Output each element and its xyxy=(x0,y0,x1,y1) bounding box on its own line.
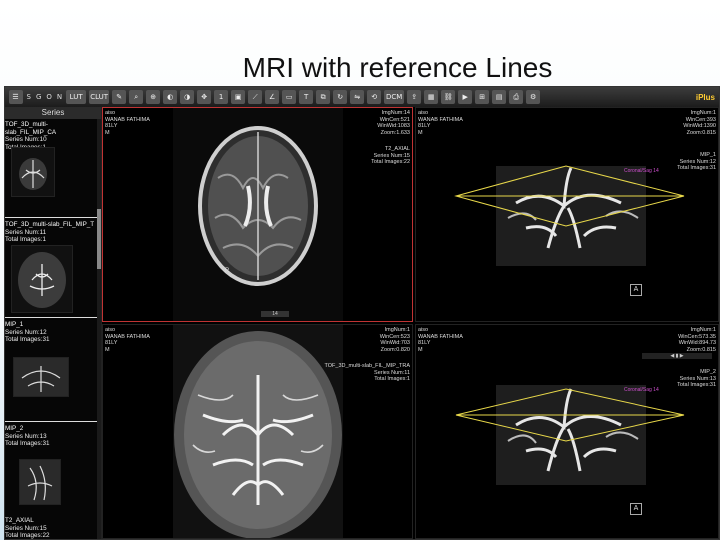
orientation-marker: R xyxy=(225,268,230,274)
viewport-bottom-right[interactable]: aiso WANAB FATHIMA 81LY M ImgNum:1 WinCen:5… xyxy=(415,324,719,539)
reference-line-label: Coronal/Sag 14 xyxy=(624,168,659,174)
export-icon[interactable]: ⇪ xyxy=(407,90,422,104)
series-sidebar: Series TOF_3D_multi-slab_FIL_MIP_CA Seri… xyxy=(5,107,102,539)
clut-button[interactable]: CLUT xyxy=(89,90,110,104)
series-info-overlay: MIP_1 Series Num:12 Total Images:31 xyxy=(677,152,716,171)
viewport-bottom-left[interactable]: aiso WANAB FATHIMA 81LY M ImgNum:1 WinCen:5… xyxy=(102,324,413,539)
series-info-overlay: TOF_3D_multi-slab_FIL_MIP_TRA Series Num:… xyxy=(324,363,410,382)
series-item[interactable]: T2_AXIAL Series Num:15 Total Images:22 xyxy=(5,517,97,540)
series-thumbnail[interactable] xyxy=(11,147,55,197)
series-item[interactable]: MIP_1 Series Num:12 Total Images:31 xyxy=(5,321,97,344)
series-title: TOF_3D_multi-slab_FIL_MIP_CA xyxy=(5,121,57,136)
flip-icon[interactable]: ⇋ xyxy=(350,90,365,104)
axial-t2-brain-image xyxy=(173,108,343,321)
reset-icon[interactable]: ⟲ xyxy=(367,90,382,104)
grid-icon[interactable]: ⊞ xyxy=(475,90,490,104)
series-title: TOF_3D_multi-slab_FIL_MIP_T xyxy=(5,221,95,228)
series-info-overlay: T2_AXIAL Series Num:15 Total Images:22 xyxy=(371,146,410,165)
series-number: Series Num:11 xyxy=(5,228,47,236)
series-title: T2_AXIAL xyxy=(5,517,34,524)
image-info-overlay: ImgNum:1 WinCen:393 WinWid:1390 Zoom:0.815 xyxy=(683,110,716,136)
series-image-count: Total Images:31 xyxy=(5,336,50,343)
viewport-top-left[interactable]: aiso WANAB FATHIMA 81LY M ImgNum:14 WinCen:… xyxy=(102,107,413,322)
settings-icon[interactable]: ⚙ xyxy=(526,90,541,104)
image-info-overlay: ImgNum:1 WinCen:573.35 WinWid:894.73 Zoom:… xyxy=(678,327,716,353)
toolbar-label-g[interactable]: G xyxy=(35,90,42,104)
rotate-icon[interactable]: ↻ xyxy=(333,90,348,104)
reference-line-label: Coronal/Sag 14 xyxy=(624,387,659,393)
series-image-count: Total Images:22 xyxy=(5,532,50,539)
image-info-overlay: ImgNum:1 WinCen:523 WinWid:703 Zoom:0.820 xyxy=(379,327,410,353)
axial-tof-mip-image xyxy=(173,325,343,538)
patient-info-overlay: aiso WANAB FATHIMA 81LY M xyxy=(105,327,150,353)
invert-icon[interactable]: ◑ xyxy=(180,90,195,104)
dcm-button[interactable]: DCM xyxy=(384,90,405,104)
divider xyxy=(5,317,97,318)
dicom-viewer-window: ☰ S G O N LUT CLUT ✎ ⌕ ⊕ ◐ ◑ ✥ 1 ▣ ⟋ ∠ ▭… xyxy=(4,86,720,540)
magnify-icon[interactable]: ⌕ xyxy=(129,90,144,104)
series-info-overlay: MIP_2 Series Num:13 Total Images:31 xyxy=(677,369,716,388)
one-to-one-icon[interactable]: 1 xyxy=(214,90,229,104)
axial-mip-thumbnail-image xyxy=(18,252,66,308)
rectangle-roi-icon[interactable]: ▭ xyxy=(282,90,297,104)
series-item[interactable]: TOF_3D_multi-slab_FIL_MIP_T Series Num:1… xyxy=(5,221,97,244)
series-number: Series Num:10 xyxy=(5,136,47,143)
slice-indicator[interactable]: 14 xyxy=(261,311,289,317)
app-logo: iPlus xyxy=(695,92,715,102)
sidebar-scrollbar[interactable] xyxy=(97,119,101,539)
coronal-mip-thumbnail-image xyxy=(14,358,68,396)
viewport-top-right[interactable]: aiso WANAB FATHIMA 81LY M ImgNum:1 WinCen:3… xyxy=(415,107,719,322)
cine-icon[interactable]: ▶ xyxy=(458,90,473,104)
series-item[interactable]: MIP_2 Series Num:13 Total Images:31 xyxy=(5,425,97,448)
angle-icon[interactable]: ∠ xyxy=(265,90,280,104)
lut-button[interactable]: LUT xyxy=(66,90,87,104)
zoom-icon[interactable]: ⊕ xyxy=(146,90,161,104)
toolbar-label-o[interactable]: O xyxy=(45,90,53,104)
window-level-icon[interactable]: ◐ xyxy=(163,90,178,104)
print-icon[interactable]: ⎙ xyxy=(509,90,524,104)
orientation-cube-icon[interactable]: A xyxy=(630,503,642,515)
divider xyxy=(5,217,97,218)
pencil-icon[interactable]: ✎ xyxy=(112,90,127,104)
patient-info-overlay: aiso WANAB FATHIMA 81LY M xyxy=(105,110,150,136)
slide-title: MRI with reference Lines xyxy=(242,52,553,83)
series-thumbnail[interactable] xyxy=(19,459,61,505)
series-image-count: Total Images:31 xyxy=(5,440,50,447)
frame-slider[interactable]: ◀ ▮ ▶ xyxy=(642,353,712,359)
toolbar: ☰ S G O N LUT CLUT ✎ ⌕ ⊕ ◐ ◑ ✥ 1 ▣ ⟋ ∠ ▭… xyxy=(5,87,719,107)
series-number: Series Num:15 xyxy=(5,524,47,532)
patient-info-overlay: aiso WANAB FATHIMA 81LY M xyxy=(418,327,463,353)
series-number: Series Num:12 xyxy=(5,328,47,336)
series-thumbnail[interactable] xyxy=(13,357,69,397)
patient-info-overlay: aiso WANAB FATHIMA 81LY M xyxy=(418,110,463,136)
text-icon[interactable]: T xyxy=(299,90,314,104)
sagittal-mip-thumbnail-image xyxy=(20,460,60,504)
series-number: Series Num:13 xyxy=(5,432,47,440)
series-header: Series xyxy=(5,107,101,119)
image-info-overlay: ImgNum:14 WinCen:521 WinWid:1083 Zoom:1.63… xyxy=(377,110,410,136)
series-thumbnail[interactable] xyxy=(11,245,73,313)
layout-icon[interactable]: ▦ xyxy=(424,90,439,104)
series-title: MIP_2 xyxy=(5,425,24,432)
menu-icon[interactable]: ☰ xyxy=(8,90,23,104)
series-image-count: Total Images:1 xyxy=(5,236,46,243)
ruler-icon[interactable]: ⟋ xyxy=(248,90,263,104)
save-icon[interactable]: ▤ xyxy=(492,90,507,104)
fit-icon[interactable]: ▣ xyxy=(231,90,246,104)
angio-thumbnail-image xyxy=(19,158,47,190)
pan-icon[interactable]: ✥ xyxy=(197,90,212,104)
toolbar-label-s[interactable]: S xyxy=(26,90,32,104)
scrollbar-thumb[interactable] xyxy=(97,209,101,269)
orientation-cube-icon[interactable]: A xyxy=(630,284,642,296)
copy-icon[interactable]: ⧉ xyxy=(316,90,331,104)
coronal-mip-angiogram-image xyxy=(454,165,685,266)
series-title: MIP_1 xyxy=(5,321,24,328)
link-icon[interactable]: ⛓ xyxy=(441,90,456,104)
divider xyxy=(5,421,97,422)
toolbar-label-n[interactable]: N xyxy=(56,90,63,104)
